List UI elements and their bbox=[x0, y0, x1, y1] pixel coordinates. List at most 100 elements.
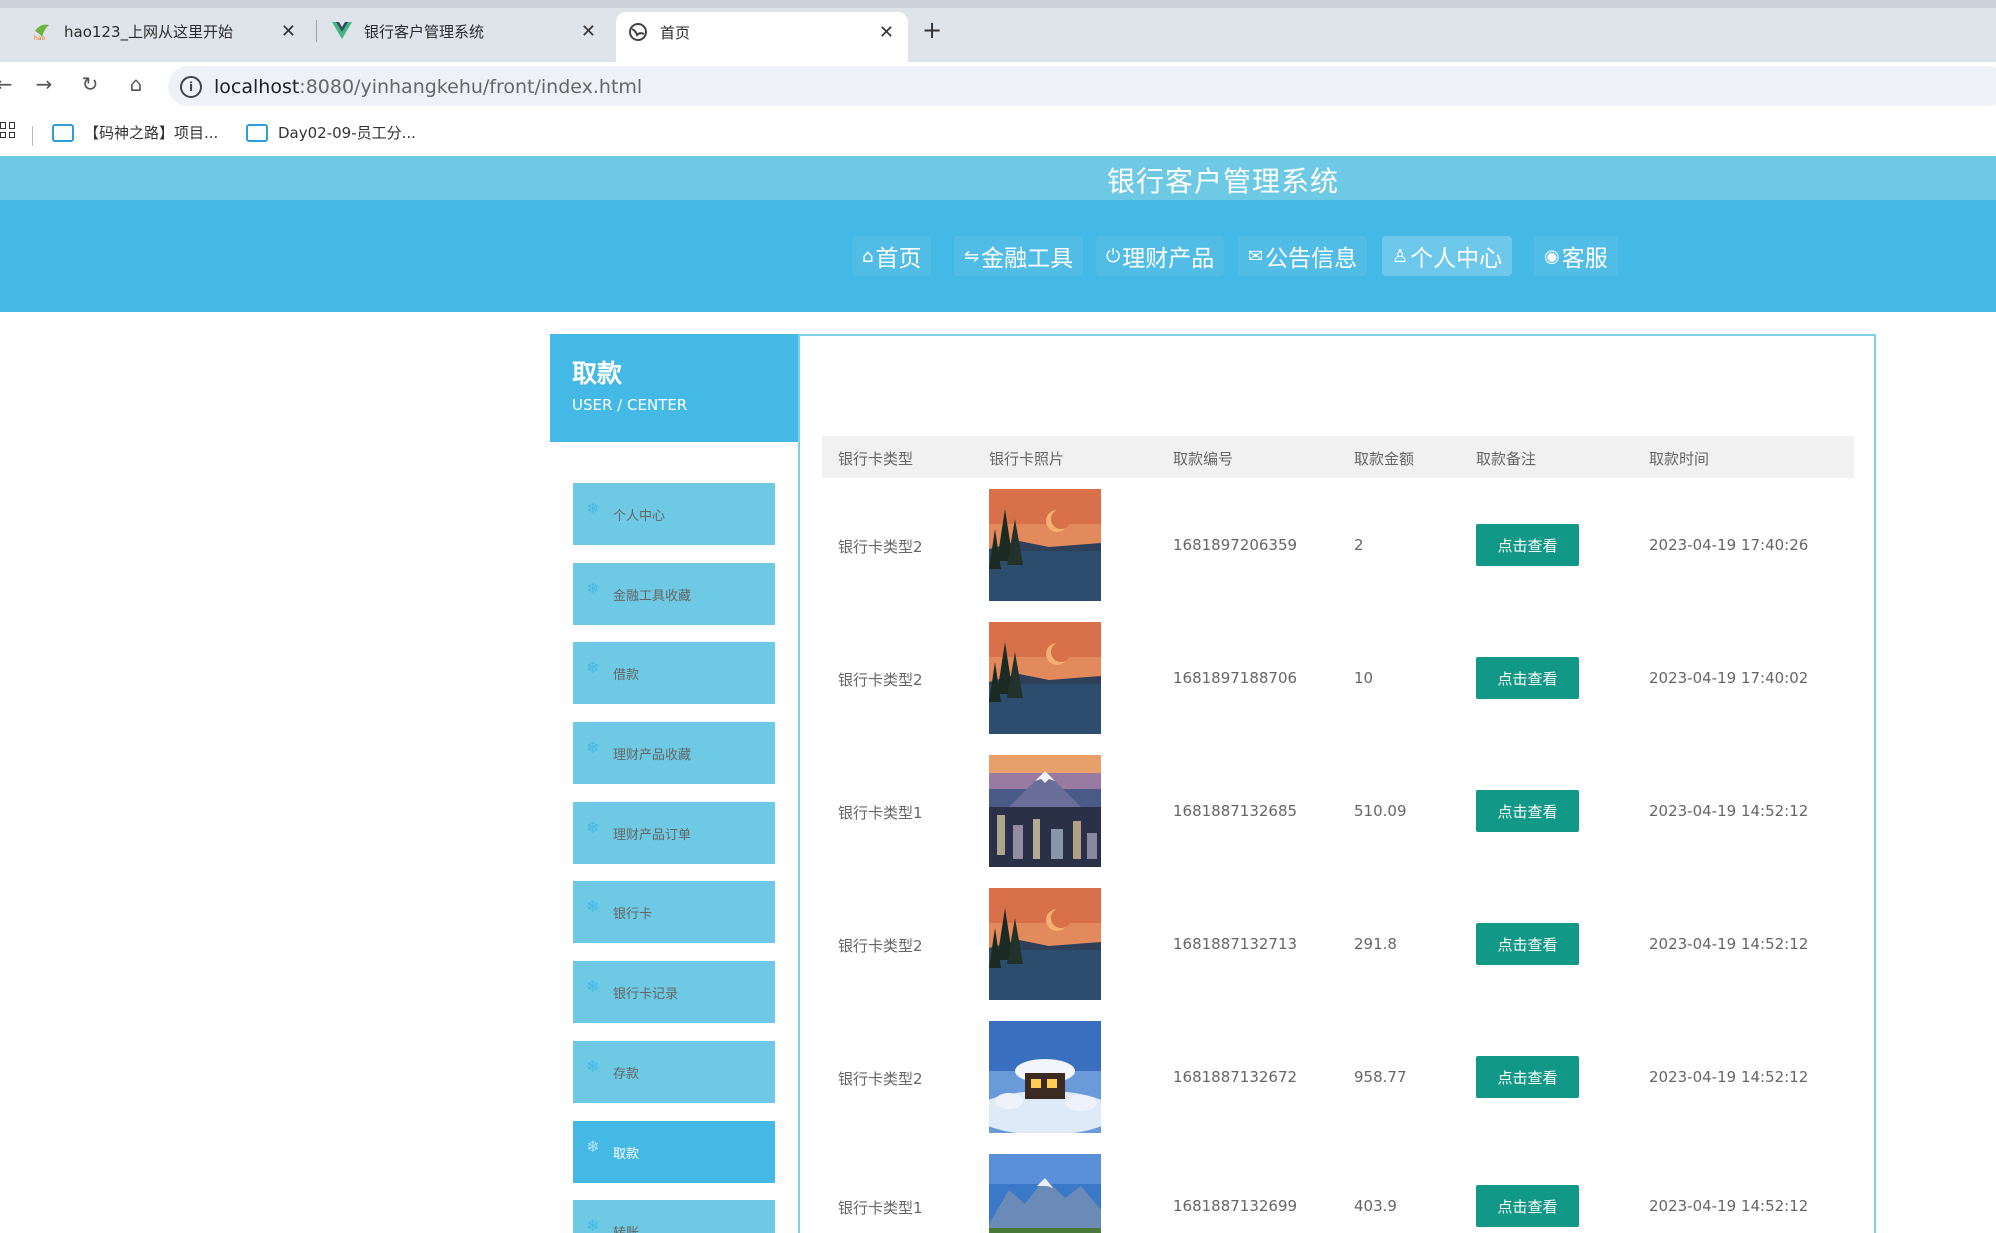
reload-icon[interactable]: ↻ bbox=[76, 72, 104, 96]
forward-icon[interactable]: → bbox=[30, 72, 58, 96]
card-type-cell: 银行卡类型1 bbox=[838, 1199, 923, 1217]
sidebar-item-label: 银行卡 bbox=[613, 906, 653, 922]
sunset-lake-image bbox=[989, 622, 1101, 734]
snowflake-icon: ❄ bbox=[586, 1056, 600, 1076]
sidebar-item-label: 转账 bbox=[613, 1225, 640, 1233]
column-header: 取款金额 bbox=[1354, 450, 1415, 468]
close-icon[interactable]: ✕ bbox=[281, 21, 296, 42]
sliders-icon: ⇋ bbox=[964, 245, 980, 267]
amount-cell: 958.77 bbox=[1354, 1068, 1407, 1086]
sidebar-item-withdrawals[interactable]: ❄ 取款 bbox=[573, 1121, 775, 1183]
tab-bank-system[interactable]: 银行客户管理系统 ✕ bbox=[320, 12, 610, 50]
amount-cell: 403.9 bbox=[1354, 1197, 1397, 1215]
card-photo[interactable] bbox=[989, 888, 1101, 1000]
column-header: 取款备注 bbox=[1476, 450, 1537, 468]
view-details-button[interactable]: 点击查看 bbox=[1476, 524, 1579, 566]
card-photo[interactable] bbox=[989, 1154, 1101, 1233]
alpine-meadow-image bbox=[989, 1154, 1101, 1233]
sidebar-item-product-orders[interactable]: ❄ 理财产品订单 bbox=[573, 802, 775, 864]
card-photo[interactable] bbox=[989, 755, 1101, 867]
close-icon[interactable]: ✕ bbox=[581, 21, 596, 42]
info-icon[interactable]: i bbox=[180, 76, 202, 98]
bookmark-label: Day02-09-员工分... bbox=[278, 124, 416, 142]
nav-home[interactable]: ⌂ 首页 bbox=[852, 236, 932, 276]
sidebar-item-finance-favorites[interactable]: ❄ 金融工具收藏 bbox=[573, 563, 775, 625]
bookmark-item[interactable]: 【码神之路】项目... bbox=[52, 122, 218, 143]
snowflake-icon: ❄ bbox=[586, 976, 600, 996]
sidebar-item-bank-cards[interactable]: ❄ 银行卡 bbox=[573, 881, 775, 943]
nav-announcements[interactable]: ✉ 公告信息 bbox=[1238, 236, 1368, 276]
card-type-cell: 银行卡类型2 bbox=[838, 1070, 923, 1088]
vue-logo-icon bbox=[332, 22, 352, 39]
sidebar-item-product-favorites[interactable]: ❄ 理财产品收藏 bbox=[573, 722, 775, 784]
card-photo[interactable] bbox=[989, 489, 1101, 601]
withdraw-number-cell: 1681887132713 bbox=[1173, 935, 1298, 953]
card-photo[interactable] bbox=[989, 622, 1101, 734]
browser-toolbar: ← → ↻ ⌂ i localhost:8080/yinhangkehu/fro… bbox=[0, 62, 1996, 110]
card-photo[interactable] bbox=[989, 1021, 1101, 1133]
site-title: 银行客户管理系统 bbox=[1106, 165, 1339, 198]
table-row: 银行卡类型2 1681897206359 2 点击查看 2023-04-19 1… bbox=[822, 478, 1854, 611]
time-cell: 2023-04-19 17:40:02 bbox=[1649, 669, 1809, 687]
sidebar-item-card-records[interactable]: ❄ 银行卡记录 bbox=[573, 961, 775, 1023]
url-host: localhost bbox=[214, 76, 300, 98]
nav-customer-service[interactable]: ◉ 客服 bbox=[1534, 236, 1618, 276]
withdraw-number-cell: 1681887132699 bbox=[1173, 1197, 1298, 1215]
table-row: 银行卡类型1 1681887132699 403.9 点击查看 2023-04-… bbox=[822, 1143, 1854, 1233]
nav-label: 理财产品 bbox=[1122, 246, 1215, 272]
mountain-city-image bbox=[989, 755, 1101, 867]
column-header: 取款时间 bbox=[1649, 450, 1710, 468]
nav-label: 公告信息 bbox=[1265, 246, 1358, 272]
nav-finance-tools[interactable]: ⇋ 金融工具 bbox=[954, 236, 1084, 276]
table-row: 银行卡类型2 1681887132713 291.8 点击查看 2023-04-… bbox=[822, 877, 1854, 1010]
mail-icon: ✉ bbox=[1248, 245, 1264, 267]
view-details-button[interactable]: 点击查看 bbox=[1476, 657, 1579, 699]
sidebar-item-deposits[interactable]: ❄ 存款 bbox=[573, 1041, 775, 1103]
close-icon[interactable]: ✕ bbox=[879, 22, 894, 43]
apps-grid-icon[interactable] bbox=[0, 122, 16, 138]
taskbar-strip bbox=[0, 0, 1996, 8]
snowflake-icon: ❄ bbox=[586, 817, 600, 837]
time-cell: 2023-04-19 14:52:12 bbox=[1649, 935, 1809, 953]
snowflake-icon: ❄ bbox=[586, 498, 600, 518]
sidebar-item-transfers[interactable]: ❄ 转账 bbox=[573, 1200, 775, 1233]
sidebar-item-user-center[interactable]: ❄ 个人中心 bbox=[573, 483, 775, 545]
bookmark-item[interactable]: Day02-09-员工分... bbox=[246, 122, 416, 143]
sidebar-item-label: 个人中心 bbox=[613, 508, 666, 524]
card-type-cell: 银行卡类型2 bbox=[838, 538, 923, 556]
tab-home[interactable]: 首页 ✕ bbox=[616, 12, 908, 62]
view-details-button[interactable]: 点击查看 bbox=[1476, 923, 1579, 965]
nav-wealth-products[interactable]: ⏻ 理财产品 bbox=[1096, 236, 1225, 276]
view-details-button[interactable]: 点击查看 bbox=[1476, 1185, 1579, 1227]
view-details-button[interactable]: 点击查看 bbox=[1476, 1056, 1579, 1098]
withdraw-number-cell: 1681887132672 bbox=[1173, 1068, 1298, 1086]
globe-icon bbox=[629, 23, 647, 41]
table-row: 银行卡类型1 1681887132685 510.09 点击查看 2023-04… bbox=[822, 744, 1854, 877]
sidebar-item-label: 存款 bbox=[613, 1066, 640, 1082]
column-header: 银行卡照片 bbox=[989, 450, 1065, 468]
time-cell: 2023-04-19 17:40:26 bbox=[1649, 536, 1809, 554]
url-text[interactable]: localhost:8080/yinhangkehu/front/index.h… bbox=[214, 76, 642, 98]
sunset-lake-image bbox=[989, 888, 1101, 1000]
time-cell: 2023-04-19 14:52:12 bbox=[1649, 802, 1809, 820]
url-path: :8080/yinhangkehu/front/index.html bbox=[299, 76, 643, 98]
amount-cell: 10 bbox=[1354, 669, 1374, 687]
column-header: 银行卡类型 bbox=[838, 450, 914, 468]
view-details-button[interactable]: 点击查看 bbox=[1476, 790, 1579, 832]
sidebar-header: 取款 USER / CENTER bbox=[550, 334, 798, 442]
card-type-cell: 银行卡类型1 bbox=[838, 804, 923, 822]
new-tab-button[interactable]: + bbox=[922, 16, 942, 44]
tab-divider bbox=[316, 20, 317, 42]
home-button-icon[interactable]: ⌂ bbox=[122, 72, 150, 96]
column-header: 取款编号 bbox=[1173, 450, 1234, 468]
tab-title: hao123_上网从这里开始 bbox=[64, 22, 234, 41]
bilibili-icon bbox=[52, 123, 74, 142]
sidebar-item-label: 银行卡记录 bbox=[613, 986, 679, 1002]
nav-user-center[interactable]: ♙ 个人中心 bbox=[1382, 236, 1513, 276]
back-icon[interactable]: ← bbox=[0, 72, 18, 96]
support-icon: ◉ bbox=[1544, 245, 1560, 267]
nav-label: 首页 bbox=[875, 246, 922, 272]
sidebar-item-loans[interactable]: ❄ 借款 bbox=[573, 642, 775, 704]
tab-hao123[interactable]: hao hao123_上网从这里开始 ✕ bbox=[20, 12, 310, 50]
address-bar[interactable]: i localhost:8080/yinhangkehu/front/index… bbox=[168, 66, 1996, 106]
